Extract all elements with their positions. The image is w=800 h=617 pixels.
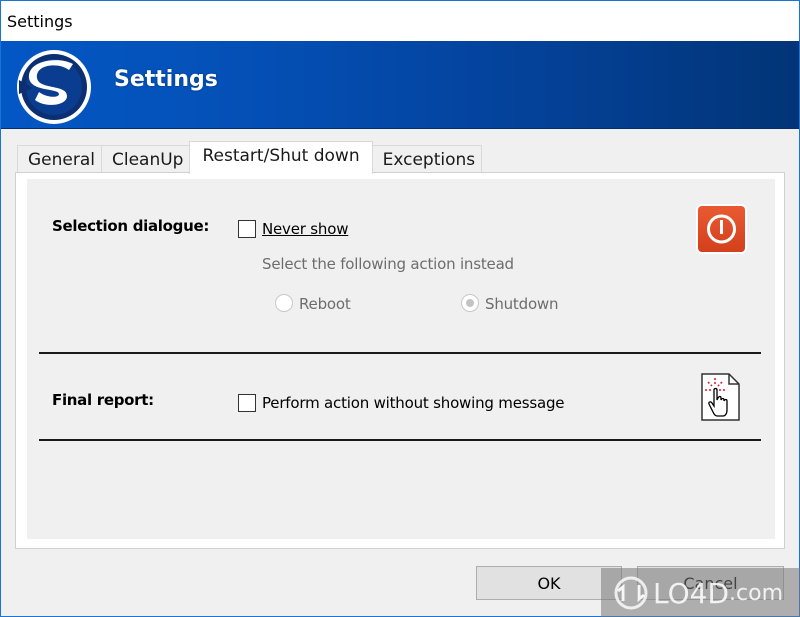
- reboot-radio[interactable]: [275, 294, 293, 312]
- s-logo-icon: [17, 50, 91, 124]
- document-click-icon: [701, 373, 740, 421]
- lo4d-logo-icon: [614, 576, 648, 610]
- banner-title: Settings: [114, 67, 218, 92]
- restart-shutdown-content: Selection dialogue: Never show Select th…: [27, 179, 775, 539]
- watermark-brand: LO4D: [653, 576, 730, 610]
- never-show-label[interactable]: Never show: [262, 220, 348, 238]
- watermark-suffix: .com: [729, 580, 783, 606]
- tab-panel: Selection dialogue: Never show Select th…: [15, 172, 785, 549]
- selection-dialogue-label: Selection dialogue:: [52, 217, 210, 235]
- shutdown-label[interactable]: Shutdown: [485, 295, 558, 313]
- section-divider: [39, 439, 761, 441]
- header-banner: Settings: [1, 41, 799, 129]
- window-title: Settings: [7, 11, 73, 31]
- reboot-label[interactable]: Reboot: [299, 295, 351, 313]
- tab-bar: General CleanUp Restart/Shut down Except…: [17, 139, 483, 174]
- tab-cleanup[interactable]: CleanUp: [101, 145, 191, 173]
- title-bar: Settings: [1, 1, 799, 41]
- section-divider: [39, 352, 761, 354]
- shutdown-radio[interactable]: [461, 294, 479, 312]
- never-show-checkbox[interactable]: [238, 220, 256, 238]
- watermark: LO4D .com: [601, 568, 800, 617]
- power-icon: [698, 206, 745, 252]
- tab-exceptions[interactable]: Exceptions: [371, 145, 483, 173]
- tab-restart-shut-down[interactable]: Restart/Shut down: [189, 141, 373, 174]
- instead-hint: Select the following action instead: [262, 255, 514, 273]
- perform-action-checkbox[interactable]: [238, 394, 256, 412]
- final-report-label: Final report:: [52, 391, 154, 409]
- perform-action-label[interactable]: Perform action without showing message: [262, 394, 564, 412]
- tab-general[interactable]: General: [17, 145, 102, 173]
- settings-window: Settings Settings General CleanUp Restar…: [0, 0, 800, 617]
